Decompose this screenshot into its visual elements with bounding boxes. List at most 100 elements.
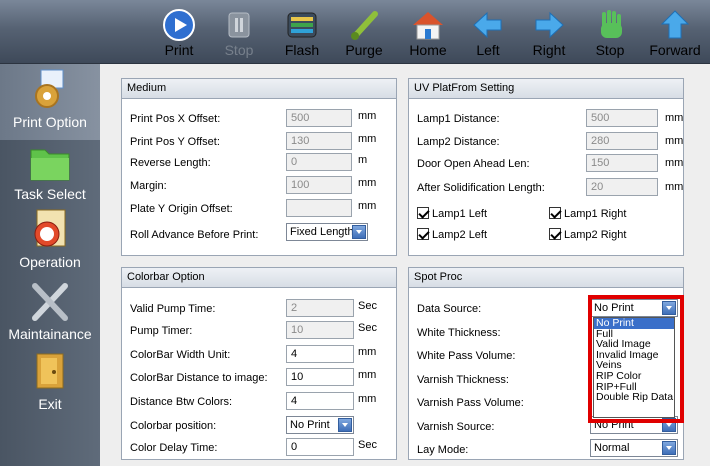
roll-advance-select[interactable]: Fixed Length bbox=[286, 223, 368, 241]
exit-door-icon bbox=[36, 353, 64, 389]
right-label: Right bbox=[532, 42, 566, 58]
reverse-length-unit: m bbox=[358, 154, 368, 166]
chevron-down-icon bbox=[662, 441, 676, 455]
lamp2-distance-field[interactable]: 280 bbox=[586, 132, 658, 150]
colorbar-position-label: Colorbar position: bbox=[130, 420, 217, 432]
lamp1-distance-field[interactable]: 500 bbox=[586, 109, 658, 127]
pause-icon bbox=[228, 12, 250, 38]
varnish-thickness-label: Varnish Thickness: bbox=[417, 374, 509, 386]
sidebar-label-task-select: Task Select bbox=[14, 186, 86, 202]
home-button[interactable]: Home bbox=[397, 0, 459, 64]
door-open-label: Door Open Ahead Len: bbox=[417, 158, 530, 170]
door-open-unit: mm bbox=[665, 157, 684, 169]
flash-button[interactable]: Flash bbox=[271, 0, 333, 64]
lay-mode-value: Normal bbox=[594, 442, 630, 454]
left-label: Left bbox=[476, 42, 500, 58]
x-offset-field[interactable]: 500 bbox=[286, 109, 352, 127]
lay-mode-select[interactable]: Normal bbox=[590, 439, 678, 457]
sidebar-item-operation[interactable]: Operation bbox=[0, 204, 100, 280]
valid-pump-time-unit: Sec bbox=[358, 300, 377, 312]
right-button[interactable]: Right bbox=[518, 0, 580, 64]
print-button[interactable]: Print bbox=[148, 0, 210, 64]
print-label: Print bbox=[164, 42, 194, 58]
plate-offset-unit: mm bbox=[358, 200, 377, 212]
colorbar-distance-field[interactable]: 10 bbox=[286, 368, 354, 386]
lamp2-right-checkbox[interactable]: Lamp2 Right bbox=[549, 228, 626, 241]
sidebar-item-exit[interactable]: Exit bbox=[0, 346, 100, 422]
margin-field[interactable]: 100 bbox=[286, 176, 352, 194]
colorbar-width-label: ColorBar Width Unit: bbox=[130, 349, 231, 361]
checkbox-checked-icon bbox=[417, 207, 429, 219]
lay-mode-label: Lay Mode: bbox=[417, 444, 469, 456]
folder-icon bbox=[30, 149, 70, 181]
lamp2-distance-unit: mm bbox=[665, 135, 684, 147]
margin-label: Margin: bbox=[130, 180, 167, 192]
colorbar-width-unit: mm bbox=[358, 346, 377, 358]
uv-panel: UV PlatFrom Setting Lamp1 Distance: 500 … bbox=[408, 78, 684, 256]
after-solidification-field[interactable]: 20 bbox=[586, 178, 658, 196]
colorbar-panel: Colorbar Option Valid Pump Time: 2 Sec P… bbox=[121, 267, 397, 460]
pump-timer-label: Pump Timer: bbox=[130, 325, 193, 337]
sidebar-item-task-select[interactable]: Task Select bbox=[0, 136, 100, 212]
colorbar-distance-label: ColorBar Distance to image: bbox=[130, 372, 268, 384]
flash-icon bbox=[287, 12, 317, 38]
arrow-right-icon bbox=[535, 11, 564, 39]
colorbar-position-value: No Print bbox=[290, 419, 330, 431]
medium-panel-title: Medium bbox=[122, 79, 396, 99]
colorbar-position-select[interactable]: No Print bbox=[286, 416, 354, 434]
sidebar-label-operation: Operation bbox=[19, 254, 81, 270]
lamp2-right-label: Lamp2 Right bbox=[564, 229, 627, 241]
stop-label: Stop bbox=[595, 42, 625, 58]
distance-btw-colors-unit: mm bbox=[358, 393, 377, 405]
valid-pump-time-field[interactable]: 2 bbox=[286, 299, 354, 317]
print-option-icon bbox=[35, 69, 64, 108]
color-delay-unit: Sec bbox=[358, 439, 377, 451]
home-icon bbox=[413, 12, 443, 40]
arrow-up-icon bbox=[660, 10, 690, 39]
distance-btw-colors-label: Distance Btw Colors: bbox=[130, 396, 233, 408]
forward-button[interactable]: Forward bbox=[644, 0, 706, 64]
color-delay-field[interactable]: 0 bbox=[286, 438, 354, 456]
hand-stop-icon bbox=[601, 10, 622, 38]
roll-advance-label: Roll Advance Before Print: bbox=[130, 229, 259, 241]
color-delay-label: Color Delay Time: bbox=[130, 442, 218, 454]
distance-btw-colors-field[interactable]: 4 bbox=[286, 392, 354, 410]
operation-icon bbox=[34, 209, 66, 247]
spot-proc-panel-title: Spot Proc bbox=[409, 268, 683, 288]
varnish-source-label: Varnish Source: bbox=[417, 421, 495, 433]
flash-label: Flash bbox=[284, 42, 320, 58]
after-solidification-unit: mm bbox=[665, 181, 684, 193]
lamp2-left-checkbox[interactable]: Lamp2 Left bbox=[417, 228, 487, 241]
purge-button[interactable]: Purge bbox=[333, 0, 395, 64]
lamp1-left-label: Lamp1 Left bbox=[432, 208, 488, 220]
play-icon bbox=[163, 9, 195, 41]
varnish-pass-volume-label: Varnish Pass Volume: bbox=[417, 397, 524, 409]
sidebar: Print Option Task Select Operation Maint… bbox=[0, 64, 100, 466]
x-offset-unit: mm bbox=[358, 110, 377, 122]
lamp1-right-checkbox[interactable]: Lamp1 Right bbox=[549, 207, 626, 220]
colorbar-width-field[interactable]: 4 bbox=[286, 345, 354, 363]
sidebar-label-maintainance: Maintainance bbox=[8, 326, 92, 342]
plate-offset-field[interactable] bbox=[286, 199, 352, 217]
plate-offset-label: Plate Y Origin Offset: bbox=[130, 203, 233, 215]
white-pass-volume-label: White Pass Volume: bbox=[417, 350, 516, 362]
lamp1-left-checkbox[interactable]: Lamp1 Left bbox=[417, 207, 487, 220]
toolbar: Print Stop Flash Purge Home Left Right S… bbox=[0, 0, 710, 64]
data-source-label: Data Source: bbox=[417, 303, 482, 315]
lamp2-left-label: Lamp2 Left bbox=[432, 229, 488, 241]
after-solidification-label: After Solidification Length: bbox=[417, 182, 545, 194]
y-offset-field[interactable]: 130 bbox=[286, 132, 352, 150]
sidebar-item-maintainance[interactable]: Maintainance bbox=[0, 276, 100, 352]
roll-advance-value: Fixed Length bbox=[290, 226, 354, 238]
colorbar-panel-title: Colorbar Option bbox=[122, 268, 396, 288]
stop-button[interactable]: Stop bbox=[579, 0, 641, 64]
wrench-icon bbox=[32, 283, 68, 321]
door-open-field[interactable]: 150 bbox=[586, 154, 658, 172]
reverse-length-field[interactable]: 0 bbox=[286, 153, 352, 171]
stop-button-disabled[interactable]: Stop bbox=[208, 0, 270, 64]
margin-unit: mm bbox=[358, 177, 377, 189]
left-button[interactable]: Left bbox=[457, 0, 519, 64]
pump-timer-field[interactable]: 10 bbox=[286, 321, 354, 339]
arrow-left-icon bbox=[473, 11, 502, 39]
sidebar-item-print-option[interactable]: Print Option bbox=[0, 64, 100, 140]
